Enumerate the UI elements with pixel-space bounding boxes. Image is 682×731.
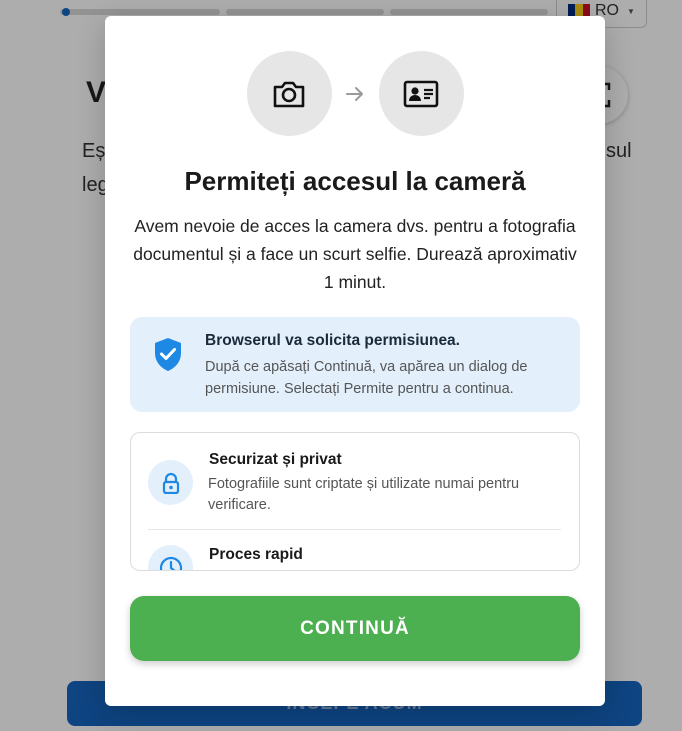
camera-icon	[273, 81, 305, 107]
info-title: Browserul va solicita permisiunea.	[205, 332, 460, 349]
camera-permission-modal: Permiteți accesul la cameră Avem nevoie …	[105, 16, 605, 706]
modal-description: Avem nevoie de acces la camera dvs. pent…	[133, 216, 577, 292]
arrow-right-icon	[332, 86, 379, 102]
lock-icon	[148, 460, 193, 505]
continue-button[interactable]: CONTINUĂ	[130, 596, 580, 661]
clock-icon	[148, 545, 193, 570]
feature-title: Securizat și privat	[209, 451, 342, 468]
id-card-icon	[403, 80, 439, 107]
id-card-icon-circle	[378, 51, 464, 136]
features-list[interactable]: Securizat și privat Fotografiile sunt cr…	[130, 432, 580, 571]
feature-title: Proces rapid	[209, 546, 303, 563]
shield-check-icon	[152, 336, 184, 377]
feature-text: Fotografiile sunt criptate și utilizate …	[208, 476, 520, 513]
info-text: După ce apăsați Continuă, va apărea un d…	[205, 359, 528, 397]
list-item: Proces rapid	[131, 530, 579, 570]
list-item: Securizat și privat Fotografiile sunt cr…	[131, 433, 579, 530]
modal-icons-row	[105, 51, 605, 136]
camera-icon-circle	[246, 51, 332, 136]
browser-permission-info: Browserul va solicita permisiunea. După …	[130, 317, 580, 412]
modal-title: Permiteți accesul la cameră	[184, 166, 526, 196]
